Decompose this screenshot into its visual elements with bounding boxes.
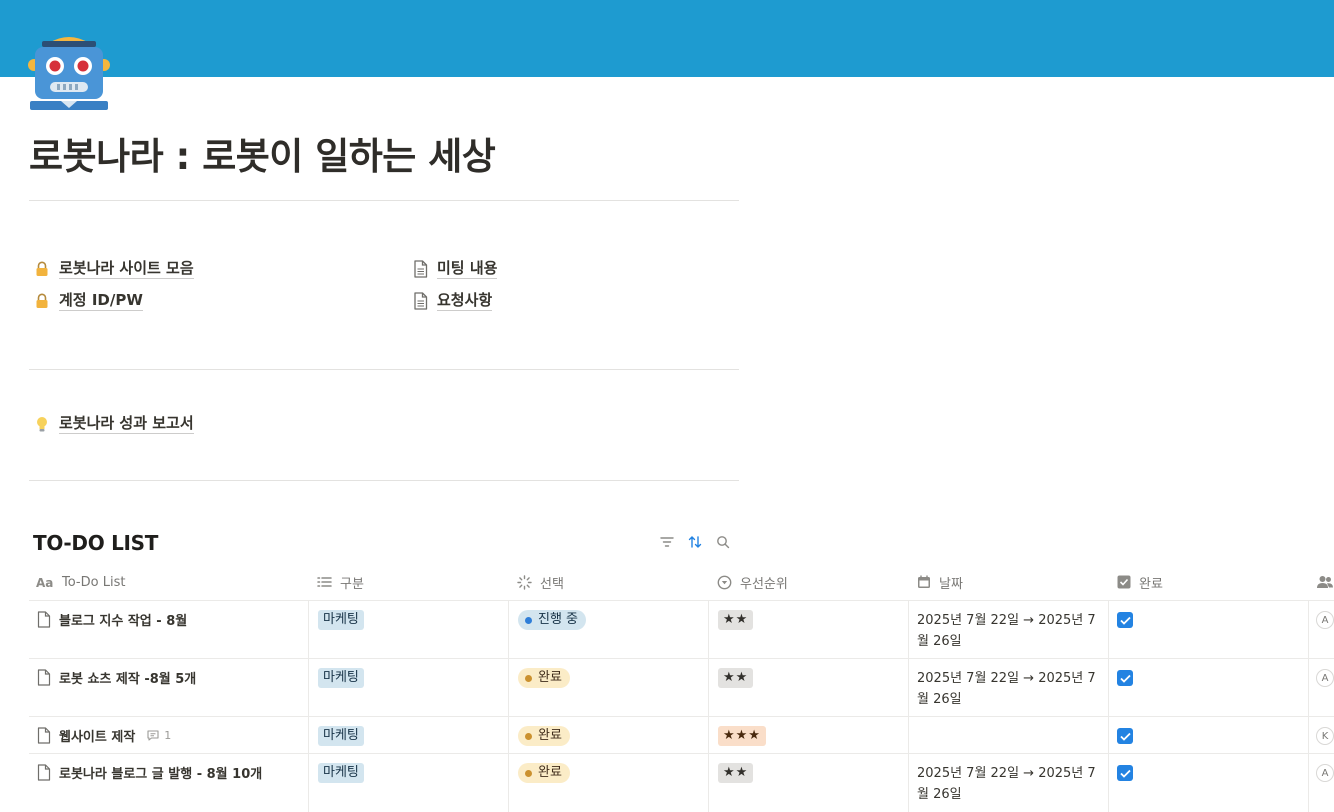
link-account-id-pw[interactable]: 계정 ID/PW (34, 289, 143, 313)
link-meeting-notes[interactable]: 미팅 내용 (412, 257, 498, 281)
status-dot (525, 674, 532, 682)
avatar[interactable]: A (1316, 611, 1334, 629)
link-site-collection[interactable]: 로봇나라 사이트 모음 (34, 257, 194, 281)
table-row[interactable]: 웹사이트 제작 1 마케팅 완료 ★★★ K (29, 716, 1334, 754)
column-header-priority[interactable]: 우선순위 (717, 564, 788, 600)
page-icon (412, 260, 428, 278)
avatar[interactable]: A (1316, 764, 1334, 782)
checkmark-icon (1119, 674, 1131, 683)
divider (29, 369, 739, 370)
link-label: 로봇나라 성과 보고서 (59, 414, 194, 434)
link-requests[interactable]: 요청사항 (412, 289, 493, 313)
category-tag[interactable]: 마케팅 (318, 668, 364, 688)
date-range[interactable]: 2025년 7월 22일 → 2025년 7월 26일 (917, 610, 1097, 652)
page-title[interactable]: 로봇나라 : 로봇이 일하는 세상 (29, 126, 496, 180)
column-header-todo[interactable]: Aa To-Do List (36, 564, 125, 600)
link-label: 미팅 내용 (437, 259, 498, 279)
filter-icon[interactable] (658, 533, 676, 551)
page-icon (412, 292, 428, 310)
row-title[interactable]: 로봇나라 블로그 글 발행 - 8월 10개 (37, 763, 262, 782)
table-row[interactable]: 블로그 지수 작업 - 8월 마케팅 진행 중 ★★ 2025년 7월 22일 … (29, 600, 1334, 659)
checkmark-icon (1119, 616, 1131, 625)
table-row[interactable]: 로봇 쇼츠 제작 -8월 5개 마케팅 완료 ★★ 2025년 7월 22일 →… (29, 658, 1334, 717)
category-tag[interactable]: 마케팅 (318, 726, 364, 746)
column-header-status[interactable]: 선택 (517, 564, 564, 600)
checkbox-icon (1117, 575, 1131, 589)
page-icon (37, 727, 51, 744)
robot-face-icon[interactable] (28, 33, 110, 113)
avatar[interactable]: K (1316, 727, 1334, 745)
divider (29, 480, 739, 481)
link-label: 로봇나라 사이트 모음 (59, 259, 194, 279)
status-dot (525, 732, 532, 740)
done-checkbox[interactable] (1117, 765, 1133, 781)
page-icon (37, 669, 51, 686)
status-icon (517, 574, 532, 590)
link-performance-report[interactable]: 로봇나라 성과 보고서 (34, 412, 194, 436)
row-title[interactable]: 로봇 쇼츠 제작 -8월 5개 (37, 668, 196, 687)
priority-tag[interactable]: ★★ (718, 610, 754, 630)
date-range[interactable]: 2025년 7월 22일 → 2025년 7월 26일 (917, 763, 1097, 805)
column-header-person[interactable] (1317, 564, 1334, 600)
status-dot (525, 769, 532, 777)
page-cover[interactable] (0, 0, 1334, 77)
page-icon (37, 764, 51, 781)
category-tag[interactable]: 마케팅 (318, 763, 364, 783)
column-header-done[interactable]: 완료 (1117, 564, 1163, 600)
status-badge[interactable]: 완료 (518, 726, 570, 746)
status-dot (525, 616, 532, 624)
link-label: 요청사항 (437, 291, 493, 311)
row-title[interactable]: 블로그 지수 작업 - 8월 (37, 610, 187, 629)
status-badge[interactable]: 진행 중 (518, 610, 587, 630)
list-icon (317, 577, 332, 587)
category-tag[interactable]: 마케팅 (318, 610, 364, 630)
page-icon (37, 611, 51, 628)
divider (29, 200, 739, 201)
priority-tag[interactable]: ★★ (718, 668, 754, 688)
column-header-date[interactable]: 날짜 (917, 564, 963, 600)
date-range[interactable]: 2025년 7월 22일 → 2025년 7월 26일 (917, 668, 1097, 710)
checkmark-icon (1119, 769, 1131, 778)
table-row[interactable]: 로봇나라 블로그 글 발행 - 8월 10개 마케팅 완료 ★★ 2025년 7… (29, 753, 1334, 812)
priority-tag[interactable]: ★★★ (718, 726, 766, 746)
priority-tag[interactable]: ★★ (718, 763, 754, 783)
lock-icon (34, 292, 50, 310)
people-icon (1317, 576, 1333, 588)
done-checkbox[interactable] (1117, 670, 1133, 686)
search-icon[interactable] (714, 533, 732, 551)
done-checkbox[interactable] (1117, 728, 1133, 744)
sort-icon[interactable] (686, 533, 704, 551)
svg-text:Aa: Aa (36, 576, 53, 588)
lock-icon (34, 260, 50, 278)
checkmark-icon (1119, 732, 1131, 741)
status-badge[interactable]: 완료 (518, 668, 570, 688)
database-title[interactable]: TO-DO LIST (33, 531, 158, 555)
column-header-category[interactable]: 구분 (317, 564, 364, 600)
link-label: 계정 ID/PW (59, 291, 143, 311)
title-aa-icon: Aa (36, 576, 53, 588)
calendar-icon (918, 575, 930, 588)
status-badge[interactable]: 완료 (518, 763, 570, 783)
row-title[interactable]: 웹사이트 제작 1 (37, 726, 171, 745)
done-checkbox[interactable] (1117, 612, 1133, 628)
avatar[interactable]: A (1316, 669, 1334, 687)
comment-count[interactable]: 1 (147, 729, 171, 742)
comment-icon (147, 730, 159, 741)
lightbulb-icon (34, 415, 50, 433)
select-icon (717, 575, 732, 589)
